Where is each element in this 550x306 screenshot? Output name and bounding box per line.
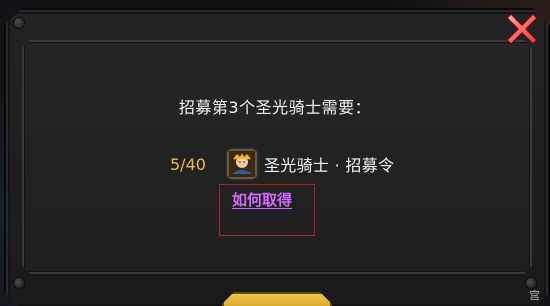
frame-bolt-bottom-left [14, 278, 24, 288]
close-button[interactable] [505, 12, 539, 46]
frame-bolt-top-left [14, 18, 24, 28]
how-to-get-link[interactable]: 如何取得 [232, 189, 292, 210]
game-screen: 招募第3个圣光骑士需要： 5/40 圣光骑士 · 招募令 如何取得 宫 [0, 0, 550, 306]
requirement-row: 5/40 圣光骑士 · 招募令 [170, 150, 394, 178]
knight-portrait-icon [228, 150, 256, 178]
recruit-requirement-title: 招募第3个圣光骑士需要： [178, 98, 372, 117]
progress-count: 5/40 [170, 154, 206, 174]
confirm-button[interactable] [222, 292, 332, 306]
close-x-icon [506, 13, 538, 45]
item-name: 圣光骑士 · 招募令 [264, 156, 395, 175]
palace-label: 宫 [529, 289, 540, 302]
